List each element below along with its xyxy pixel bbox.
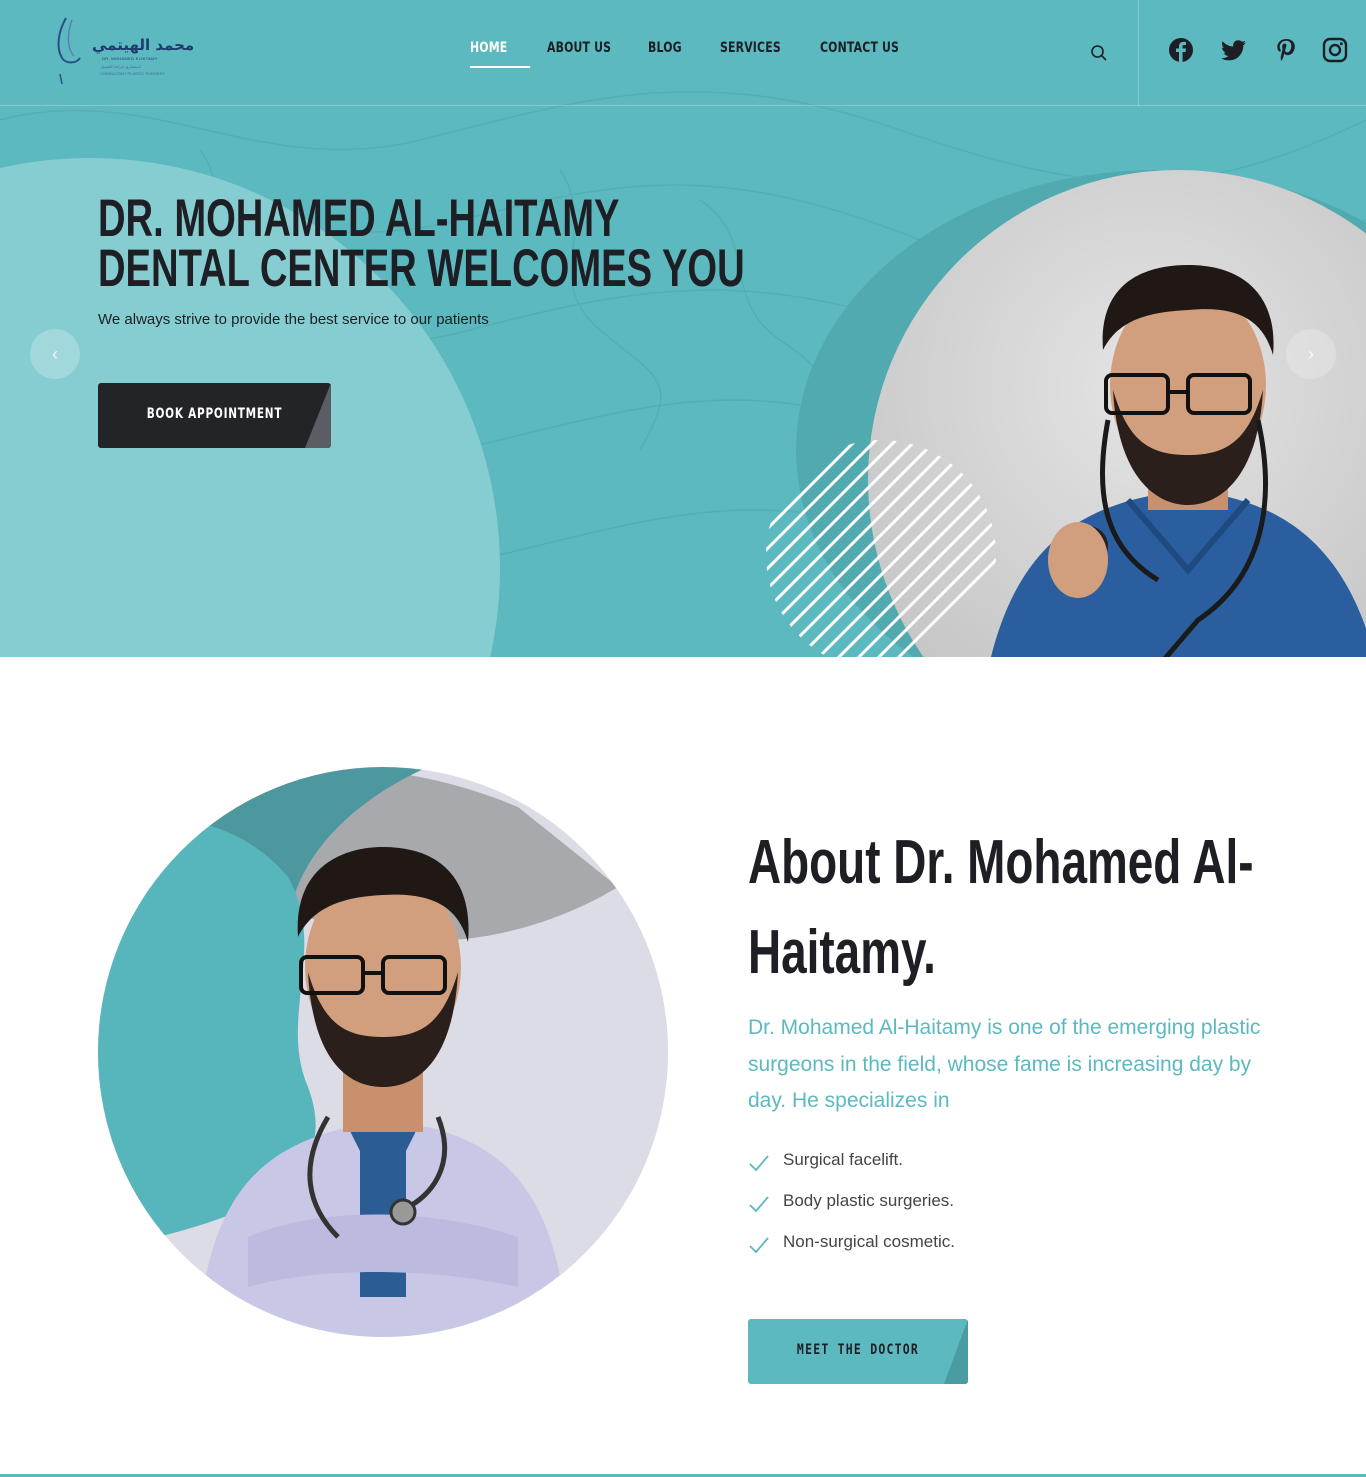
nav-about-us[interactable]: ABOUT US [547, 40, 626, 56]
nav-blog[interactable]: BLOG [648, 40, 704, 56]
book-appointment-button[interactable]: BOOK APPOINTMENT [98, 383, 331, 448]
nav-home[interactable]: HOME [470, 40, 531, 68]
check-icon [749, 1196, 769, 1213]
feature-label: Body plastic surgeries. [783, 1191, 955, 1210]
about-title-line-1: About Dr. Mohamed Al- [748, 828, 1254, 897]
logo-arabic-name: محمد الهيتمي [92, 36, 195, 54]
about-doctor-photo [98, 767, 668, 1337]
nav-contact-us[interactable]: CONTACT US [820, 40, 899, 56]
feature-item: Surgical facelift. [748, 1150, 1148, 1176]
logo-mark-icon [57, 17, 81, 85]
button-slant-accent [305, 383, 331, 448]
about-title-line-2: Haitamy. [748, 918, 936, 987]
search-icon[interactable] [1090, 44, 1108, 62]
slider-prev-arrow[interactable]: ‹ [30, 329, 80, 379]
nav-services[interactable]: SERVICES [720, 40, 798, 56]
hero-title-line-1: DR. MOHAMED AL-HAITAMY [98, 189, 620, 248]
feature-item: Body plastic surgeries. [748, 1191, 1148, 1217]
logo-tagline: استشاري جراحة التجميل [100, 64, 141, 69]
chevron-left-icon: ‹ [52, 343, 58, 364]
check-icon [749, 1155, 769, 1172]
pinterest-icon[interactable] [1273, 37, 1299, 63]
instagram-icon[interactable] [1322, 37, 1348, 63]
facebook-icon[interactable] [1168, 37, 1194, 63]
check-icon [749, 1237, 769, 1254]
slider-next-arrow[interactable]: › [1286, 329, 1336, 379]
hero-title: DR. MOHAMED AL-HAITAMY DENTAL CENTER WEL… [98, 189, 745, 298]
about-title: About Dr. Mohamed Al- Haitamy. [748, 818, 1254, 998]
feature-label: Non-surgical cosmetic. [783, 1232, 955, 1251]
decorative-stripes [766, 440, 996, 657]
twitter-icon[interactable] [1221, 37, 1247, 63]
feature-item: Non-surgical cosmetic. [748, 1232, 1148, 1258]
logo-tagline-english: CONSULTANT PLASTIC SURGERY [100, 71, 166, 76]
meet-the-doctor-label: MEET THE DOCTOR [796, 1342, 920, 1358]
meet-the-doctor-button[interactable]: MEET THE DOCTOR [748, 1319, 968, 1384]
book-appointment-label: BOOK APPOINTMENT [146, 406, 283, 422]
chevron-right-icon: › [1308, 343, 1314, 364]
header-divider [1138, 0, 1139, 106]
logo-english-name: DR. MOHAMED ELHITAMY [102, 56, 158, 61]
about-description: Dr. Mohamed Al-Haitamy is one of the eme… [748, 1016, 1261, 1112]
main-nav: HOME ABOUT US BLOG SERVICES CONTACT US [470, 40, 910, 68]
site-header: محمد الهيتمي DR. MOHAMED ELHITAMY استشار… [0, 0, 1366, 106]
feature-label: Surgical facelift. [783, 1150, 903, 1169]
hero-section: محمد الهيتمي DR. MOHAMED ELHITAMY استشار… [0, 0, 1366, 657]
hero-title-line-2: DENTAL CENTER WELCOMES YOU [98, 239, 745, 298]
site-logo[interactable]: محمد الهيتمي DR. MOHAMED ELHITAMY استشار… [52, 14, 194, 88]
doctor-portrait-illustration [98, 767, 668, 1337]
hero-subtitle: We always strive to provide the best ser… [98, 311, 489, 328]
